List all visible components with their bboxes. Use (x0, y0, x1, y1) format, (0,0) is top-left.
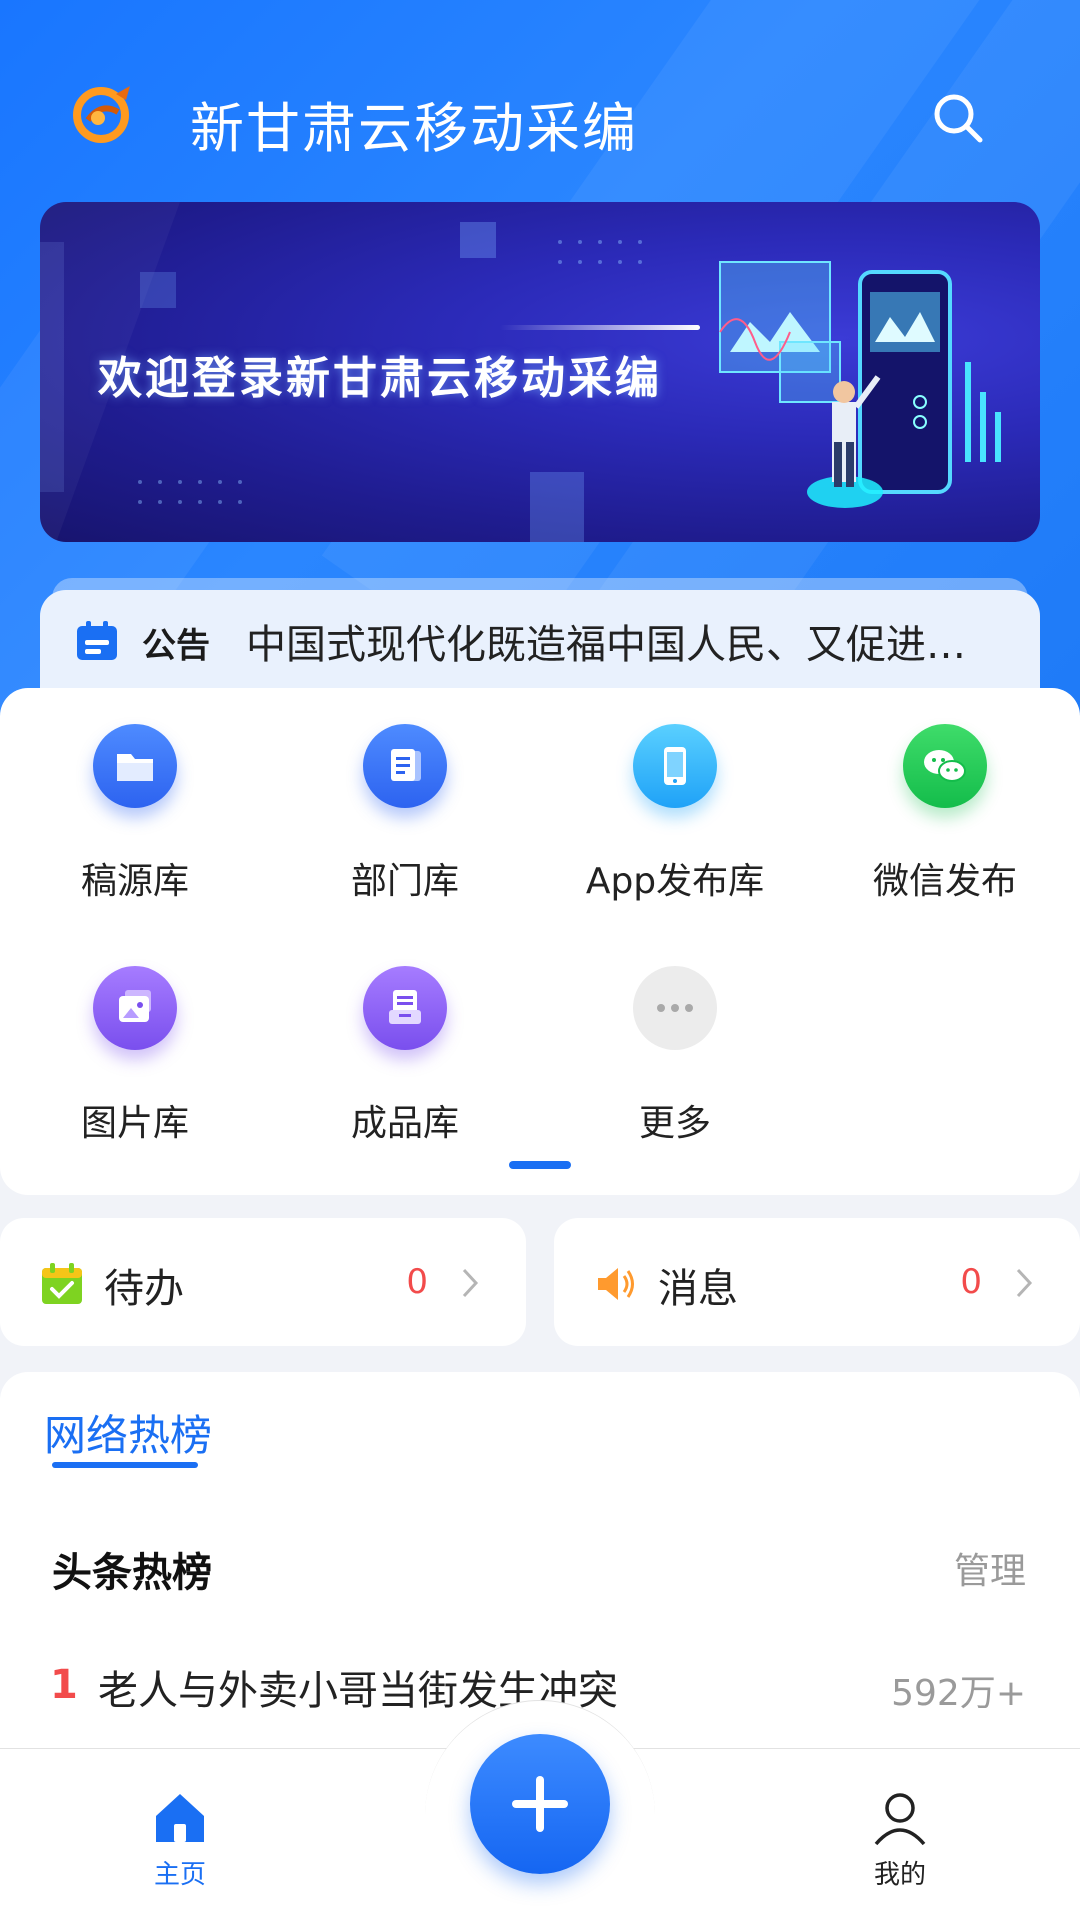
notice-label: 公告 (142, 626, 210, 666)
grid-page-indicator (509, 1161, 571, 1169)
nav-mine-label: 我的 (873, 1860, 926, 1890)
messages-count: 0 (960, 1262, 982, 1302)
function-grid: 稿源库 部门库 App发布库 微信发布 图片库 成品库 更多 (0, 688, 1080, 1195)
grid-item-label: 图片库 (80, 1103, 189, 1144)
messages-label: 消息 (658, 1266, 738, 1312)
grid-item-department[interactable]: 部门库 (270, 688, 540, 902)
folder-icon (93, 724, 177, 808)
grid-item-wechat-publish[interactable]: 微信发布 (810, 688, 1080, 902)
search-icon[interactable] (930, 90, 986, 146)
banner-title: 欢迎登录新甘肃云移动采编 (98, 353, 662, 404)
hot-item-count: 592万+ (891, 1673, 1026, 1714)
manage-button[interactable]: 管理 (954, 1542, 1026, 1594)
grid-item-images[interactable]: 图片库 (0, 930, 270, 1144)
app-title: 新甘肃云移动采编 (190, 97, 638, 160)
hot-rank: 1 (50, 1662, 78, 1708)
document-icon (363, 724, 447, 808)
grid-item-label: 微信发布 (872, 861, 1017, 902)
plus-icon-vertical (536, 1776, 544, 1832)
active-tab-underline (52, 1462, 198, 1468)
hot-list-title: 头条热榜 (52, 1550, 212, 1596)
grid-item-label: App发布库 (585, 861, 765, 902)
todo-calendar-icon (42, 1263, 82, 1304)
app-header: 新甘肃云移动采编 (0, 70, 1080, 170)
wechat-icon (903, 724, 987, 808)
chevron-right-icon (1016, 1268, 1033, 1298)
grid-item-label: 成品库 (350, 1103, 459, 1144)
todo-count: 0 (406, 1262, 428, 1302)
messages-card[interactable]: 消息 0 (554, 1218, 1080, 1346)
nav-home-label: 主页 (153, 1860, 206, 1890)
grid-item-label: 更多 (638, 1103, 711, 1144)
banner-highlight-line (500, 325, 700, 330)
archive-icon (363, 966, 447, 1050)
image-icon (93, 966, 177, 1050)
notice-bar[interactable]: 公告 中国式现代化既造福中国人民、又促进… (40, 590, 1040, 700)
home-icon (156, 1794, 204, 1842)
nav-item-home[interactable]: 主页 (100, 1790, 260, 1910)
notice-text[interactable]: 中国式现代化既造福中国人民、又促进… (246, 612, 1006, 670)
announcement-icon (77, 621, 117, 660)
add-button[interactable] (470, 1734, 610, 1874)
todo-label: 待办 (104, 1266, 184, 1312)
welcome-banner[interactable]: 欢迎登录新甘肃云移动采编 (40, 202, 1040, 542)
app-logo-icon (73, 86, 130, 143)
chevron-right-icon (462, 1268, 479, 1298)
nav-item-mine[interactable]: 我的 (820, 1790, 980, 1910)
grid-item-finished[interactable]: 成品库 (270, 930, 540, 1144)
more-icon (633, 966, 717, 1050)
speaker-icon (598, 1268, 634, 1300)
todo-card[interactable]: 待办 0 (0, 1218, 526, 1346)
app-screen: 新甘肃云移动采编 欢迎登录新甘肃云移动采编 公告 中国式现代化既造福中国人民、又… (0, 0, 1080, 1920)
grid-item-label: 部门库 (350, 861, 459, 902)
phone-icon (633, 724, 717, 808)
user-icon (874, 1793, 926, 1846)
grid-item-manuscripts[interactable]: 稿源库 (0, 688, 270, 902)
grid-item-more[interactable]: 更多 (540, 930, 810, 1144)
tab-network-hot[interactable]: 网络热榜 (44, 1402, 212, 1463)
grid-item-app-publish[interactable]: App发布库 (540, 688, 810, 902)
grid-item-label: 稿源库 (80, 861, 189, 902)
